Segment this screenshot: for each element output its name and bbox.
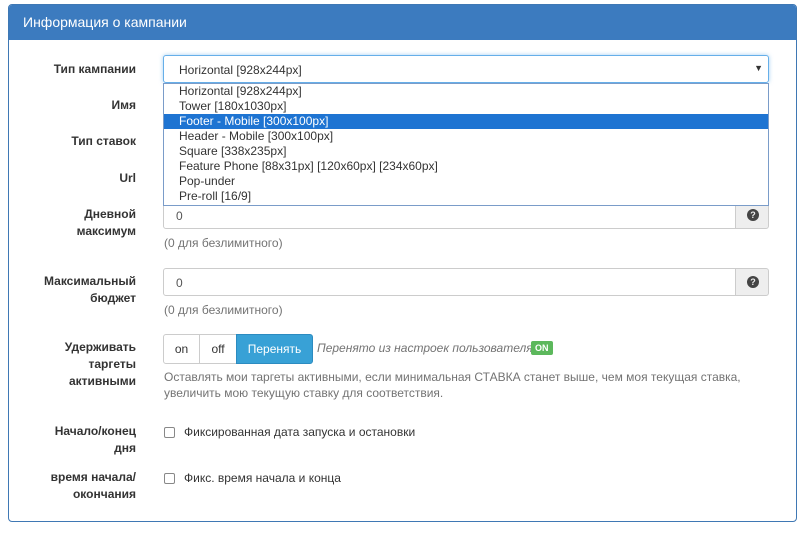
max-budget-input[interactable]: 0 [163,268,736,296]
campaign-type-label: Тип кампании [53,62,136,76]
keep-targets-help-line2: увеличить мою текущую ставку для соответ… [164,386,444,400]
max-budget-label-line1: Максимальный [44,274,136,288]
daily-max-label: Дневной максимум [8,206,136,240]
max-budget-value: 0 [176,276,183,290]
question-icon: ? [747,209,759,221]
daily-max-help-text: (0 для безлимитного) [164,236,283,250]
question-icon: ? [747,276,759,288]
campaign-type-dropdown: Horizontal [928x244px] Tower [180x1030px… [163,83,769,206]
daily-max-value: 0 [176,209,183,223]
start-end-label: Начало/конец дня [8,423,136,457]
keep-targets-on-button[interactable]: on [163,334,200,364]
url-label: Url [119,171,136,185]
start-end-label-line1: Начало/конец [54,424,136,438]
keep-targets-label: Удерживать таргеты активными [8,339,136,390]
campaign-type-selected-value: Horizontal [928x244px] [179,63,302,77]
dropdown-option-feature-phone[interactable]: Feature Phone [88x31px] [120x60px] [234x… [164,159,768,174]
fixed-dates-checkbox[interactable] [164,427,175,438]
keep-targets-label-line3: активными [68,374,136,388]
dropdown-option-horizontal[interactable]: Horizontal [928x244px] [164,84,768,99]
keep-targets-help-line1: Оставлять мои таргеты активными, если ми… [164,370,741,384]
dropdown-option-header-mobile[interactable]: Header - Mobile [300x100px] [164,129,768,144]
time-label-line2: окончания [72,487,136,501]
time-label: время начала/ окончания [8,469,136,503]
dropdown-option-tower[interactable]: Tower [180x1030px] [164,99,768,114]
chevron-down-icon: ▼ [754,63,763,73]
start-end-label-line2: дня [114,441,136,455]
panel-title: Информация о кампании [9,5,796,40]
max-budget-help-button[interactable]: ? [735,268,769,296]
inherited-settings-text: Перенято из настроек пользователя [317,341,533,355]
keep-targets-label-line1: Удерживать [64,340,136,354]
fixed-dates-checkbox-label[interactable]: Фиксированная дата запуска и остановки [184,425,415,439]
daily-max-label-line1: Дневной [84,207,136,221]
max-budget-help-text: (0 для безлимитного) [164,303,283,317]
dropdown-option-footer-mobile[interactable]: Footer - Mobile [300x100px] [164,114,768,129]
name-label: Имя [111,98,136,112]
bid-type-label: Тип ставок [71,134,136,148]
max-budget-label-line2: бюджет [90,291,136,305]
time-label-line1: время начала/ [50,470,136,484]
fixed-time-checkbox-label[interactable]: Фикс. время начала и конца [184,471,341,485]
dropdown-option-pre-roll[interactable]: Pre-roll [16/9] [164,189,768,204]
max-budget-label: Максимальный бюджет [8,273,136,307]
daily-max-label-line2: максимум [76,224,136,238]
fixed-time-checkbox[interactable] [164,473,175,484]
keep-targets-off-button[interactable]: off [199,334,237,364]
keep-targets-inherit-button[interactable]: Перенять [236,334,313,364]
status-badge: ON [531,341,553,355]
dropdown-option-pop-under[interactable]: Pop-under [164,174,768,189]
dropdown-option-square[interactable]: Square [338x235px] [164,144,768,159]
campaign-type-select[interactable]: Horizontal [928x244px] ▼ [163,55,769,83]
keep-targets-label-line2: таргеты [88,357,136,371]
